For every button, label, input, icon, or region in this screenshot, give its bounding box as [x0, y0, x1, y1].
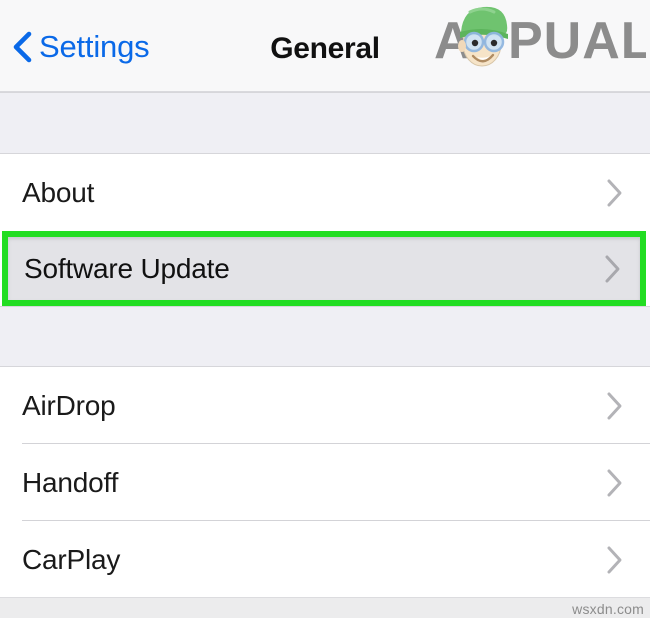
list-item-label: AirDrop: [22, 389, 116, 421]
list-item-about[interactable]: About: [0, 154, 650, 231]
list-item-label: CarPlay: [22, 543, 121, 575]
watermark-text: wsxdn.com: [572, 601, 644, 617]
highlight-annotation-rectangle: Software Update: [2, 231, 646, 306]
list-item-carplay[interactable]: CarPlay: [0, 521, 650, 598]
list-item-label: About: [22, 176, 95, 208]
settings-group-one: About: [0, 154, 650, 231]
list-item-handoff[interactable]: Handoff: [0, 444, 650, 521]
section-gap-middle: [0, 306, 650, 367]
footer-watermark-band: wsxdn.com: [0, 597, 650, 618]
page-title: General: [270, 32, 380, 65]
list-item-label: Handoff: [22, 466, 119, 498]
navigation-bar: Settings General A PUALS: [0, 0, 650, 92]
list-item-label: Software Update: [24, 252, 230, 284]
section-gap-top: [0, 92, 650, 154]
list-item-airdrop[interactable]: AirDrop: [0, 367, 650, 444]
list-item-software-update[interactable]: Software Update: [8, 237, 640, 300]
settings-group-two: AirDrop Handoff CarPlay: [0, 367, 650, 598]
